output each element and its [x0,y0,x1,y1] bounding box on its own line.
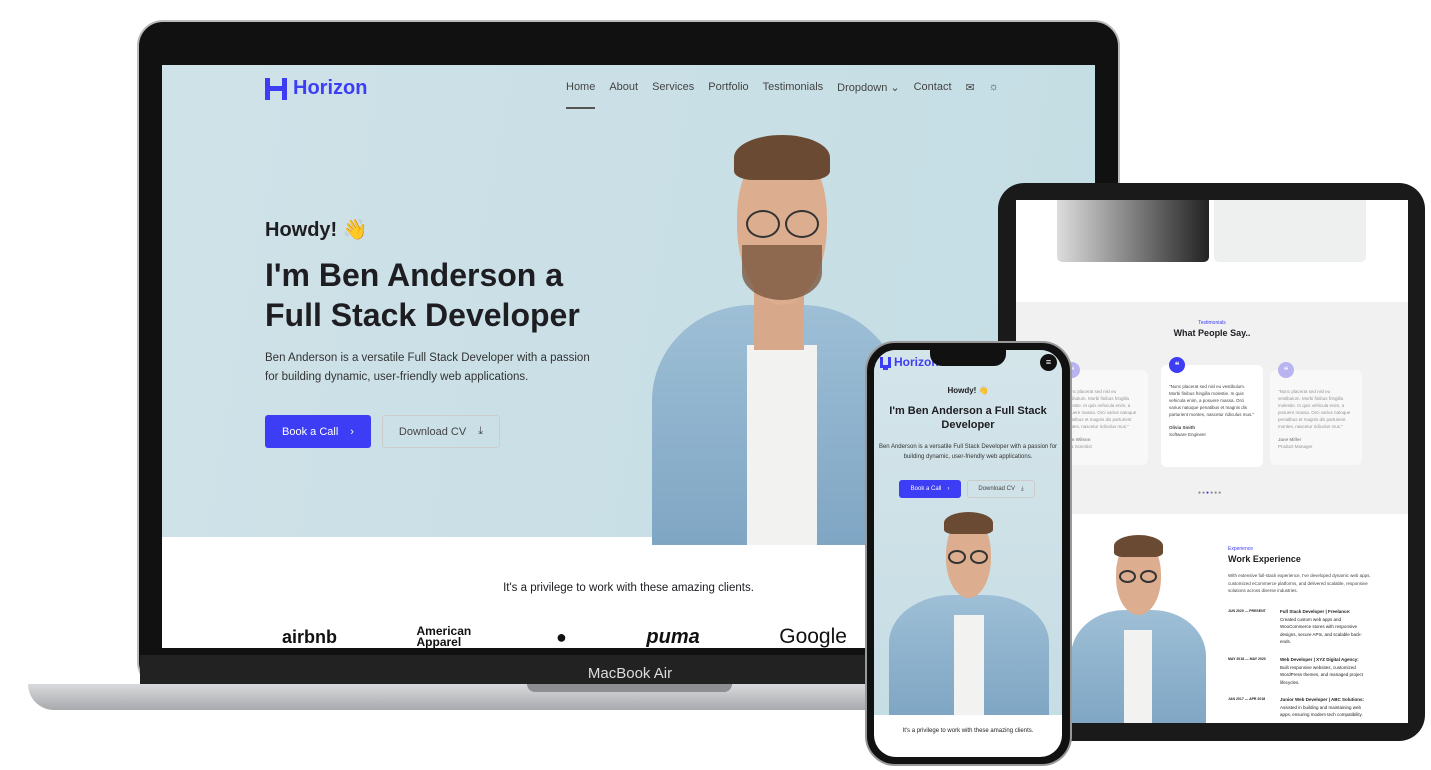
job-list: JUN 2020 — PRESENT Full Stack Developer |… [1228,608,1388,719]
testimonials-title: What People Say.. [1173,328,1251,338]
chevron-right-icon: › [350,425,354,438]
clients-title: It's a privilege to work with these amaz… [902,728,1034,734]
airbnb-logo: airbnb [282,626,338,647]
carousel-dots[interactable]: ●●●●●● [1198,490,1222,496]
laptop-notch [527,684,732,692]
job-dates: JAN 2017 — APR 2018 [1228,697,1266,701]
job-dates: JUN 2020 — PRESENT [1228,609,1266,613]
quote-icon: ❝ [1169,357,1185,373]
job-title: Junior Web Developer | ABC Solutions: [1280,697,1365,702]
nav-testimonials[interactable]: Testimonials [763,81,824,109]
book-call-button[interactable]: Book a Call › [899,480,961,498]
job-item: JAN 2017 — APR 2018 Junior Web Developer … [1228,696,1388,719]
download-icon: ⤓ [478,425,484,437]
testimonial-quote: "Nunc placerat sed nisl eu vestibulum. M… [1278,389,1351,429]
experience-kicker: Experience [1228,546,1254,552]
phone-notch [930,350,1006,366]
menu-hamburger-icon[interactable]: ≡ [1040,354,1057,371]
hero-lede: Ben Anderson is a versatile Full Stack D… [265,352,590,383]
job-item: MAY 2018 — MAY 2020 Web Developer | XYZ D… [1228,656,1388,696]
chevron-down-icon: ⌄ [890,82,900,94]
hero-portrait [642,135,902,545]
american-apparel-logo: American Apparel [416,624,472,648]
portfolio-image [1057,200,1209,262]
testimonial-name: Liam Wilson [1064,437,1091,442]
nav-services[interactable]: Services [652,81,694,109]
logo-icon [880,356,891,370]
testimonial-quote: "Nunc placerat sed nisl eu vestibulum. M… [1064,389,1137,429]
hero-headline: I'm Ben Anderson a Full Stack Developer [889,405,1047,431]
chevron-right-icon: › [947,486,950,492]
download-cv-label: Download CV [398,425,467,438]
tablet-screen: Testimonials What People Say.. ❝ "Nunc pl… [1016,200,1408,723]
download-cv-button[interactable]: Download CV ⤓ [382,415,500,448]
google-logo: Google [779,625,847,648]
book-call-label: Book a Call [910,486,942,492]
testimonial-name: Olivia Smith [1169,425,1196,430]
hero-lede: Ben Anderson is a versatile Full Stack D… [878,444,1058,460]
experience-intro: With extensive full-stack experience, I'… [1228,573,1371,593]
nav-dropdown[interactable]: Dropdown ⌄ [837,81,899,109]
main-nav: Home About Services Portfolio Testimonia… [566,81,999,109]
mail-icon[interactable]: ✉ [966,81,975,109]
nav-portfolio[interactable]: Portfolio [708,81,748,109]
apple-logo-icon: ● [556,626,567,647]
logo[interactable]: Horizon [265,77,367,100]
job-desc: Assisted in building and maintaining web… [1280,704,1363,718]
download-icon: ⤓ [1021,485,1024,492]
testimonial-role: Product Manager [1278,444,1313,449]
nav-home[interactable]: Home [566,81,596,109]
job-desc: Created custom web apps and WooCommerce … [1280,616,1363,645]
testimonials-kicker: Testimonials [1198,320,1226,326]
download-cv-label: Download CV [978,486,1016,492]
book-call-label: Book a Call [282,425,339,438]
client-logos: airbnb American Apparel ● puma Google [282,625,847,648]
phone-portrait [886,510,1051,715]
testimonial-name: Jane Miller [1278,437,1302,442]
nav-dropdown-label: Dropdown [837,82,888,94]
phone-screen: Horizon ≡ Howdy! 👋 I'm Ben Anderson a Fu… [874,350,1062,757]
download-cv-button[interactable]: Download CV ⤓ [967,480,1035,498]
nav-contact[interactable]: Contact [914,81,952,109]
testimonial-quote: "Nunc placerat sed nisl eu vestibulum. M… [1169,384,1255,417]
job-item: JUN 2020 — PRESENT Full Stack Developer |… [1228,608,1388,656]
testimonial-role: Software Engineer [1169,432,1207,437]
puma-logo: puma [646,625,700,648]
experience-portrait [1066,535,1211,723]
portfolio-image [1214,200,1366,262]
brand-name: Horizon [293,77,368,99]
job-title: Web Developer | XYZ Digital Agency: [1280,657,1359,662]
nav-about[interactable]: About [609,81,638,109]
greeting: Howdy! 👋 [265,219,368,241]
job-dates: MAY 2018 — MAY 2020 [1228,657,1266,661]
theme-toggle-sun-icon[interactable]: ☼ [989,81,999,109]
experience-title: Work Experience [1228,554,1301,564]
hero-headline: I'm Ben Anderson a Full Stack Developer [265,257,580,333]
testimonial-card-active: ❝ "Nunc placerat sed nisl eu vestibulum. … [1161,357,1263,467]
testimonial-card: ❝ "Nunc placerat sed nisl eu vestibulum. … [1270,362,1362,465]
book-call-button[interactable]: Book a Call › [265,415,371,448]
logo-icon [265,77,287,100]
laptop-label: MacBook Air [587,665,673,682]
job-desc: Built responsive websites, customized Wo… [1280,664,1363,685]
testimonial-role: Data Scientist [1064,444,1092,449]
quote-icon: ❝ [1278,362,1294,378]
greeting: Howdy! 👋 [947,386,989,395]
job-title: Full Stack Developer | Freelance: [1280,609,1351,614]
